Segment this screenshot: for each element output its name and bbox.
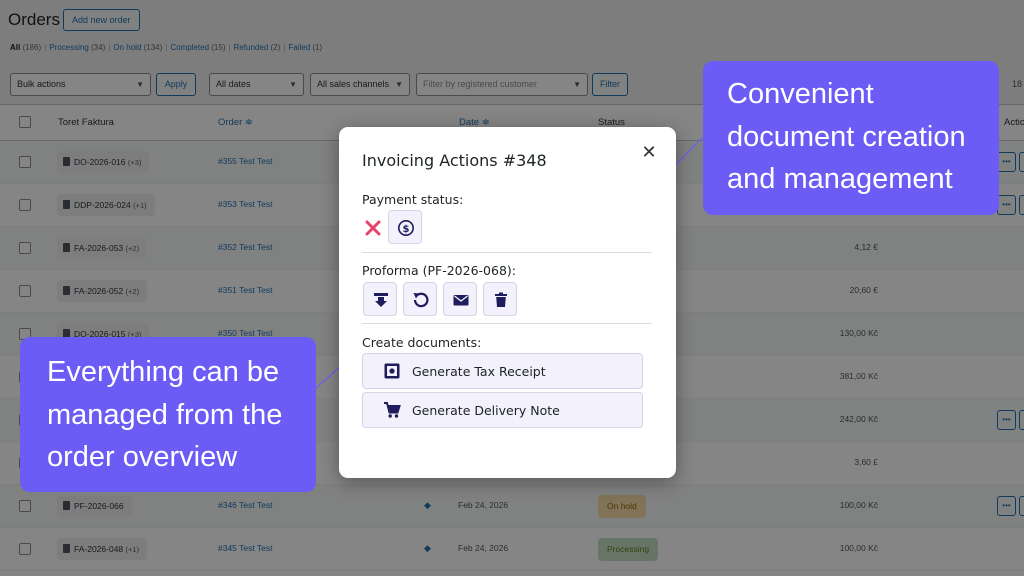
payment-status-label: Payment status: bbox=[362, 192, 464, 207]
download-proforma-button[interactable] bbox=[363, 282, 397, 316]
create-documents-label: Create documents: bbox=[362, 335, 482, 350]
generate-delivery-note-label: Generate Delivery Note bbox=[412, 403, 560, 418]
delete-proforma-button[interactable] bbox=[483, 282, 517, 316]
generate-tax-receipt-label: Generate Tax Receipt bbox=[412, 364, 546, 379]
mark-paid-button[interactable]: $ bbox=[388, 210, 422, 244]
modal-title: Invoicing Actions #348 bbox=[362, 151, 547, 170]
callout-document-management: Convenient document creation and managem… bbox=[703, 61, 999, 215]
email-icon bbox=[453, 295, 469, 306]
regenerate-proforma-button[interactable] bbox=[403, 282, 437, 316]
dollar-circle-icon: $ bbox=[398, 220, 414, 236]
download-icon bbox=[374, 293, 388, 307]
divider bbox=[362, 323, 652, 324]
svg-text:$: $ bbox=[403, 224, 410, 235]
trash-icon bbox=[495, 292, 507, 307]
callout-line: and management bbox=[727, 163, 953, 195]
callout-line: order overview bbox=[47, 441, 238, 473]
invoicing-actions-modal: Invoicing Actions #348 ✕ Payment status:… bbox=[339, 127, 676, 478]
receipt-icon bbox=[384, 363, 400, 379]
x-mark-icon[interactable] bbox=[363, 218, 383, 238]
proforma-label: Proforma (PF-2026-068): bbox=[362, 263, 516, 278]
generate-delivery-note-button[interactable]: Generate Delivery Note bbox=[362, 392, 643, 428]
email-proforma-button[interactable] bbox=[443, 282, 477, 316]
callout-line: managed from the bbox=[47, 398, 283, 431]
regenerate-icon bbox=[413, 292, 429, 308]
divider bbox=[362, 252, 652, 253]
callout-order-overview: Everything can be managed from the order… bbox=[20, 337, 316, 492]
callout-line: document creation bbox=[727, 120, 966, 153]
callout-line: Everything can be bbox=[47, 356, 280, 388]
close-icon[interactable]: ✕ bbox=[638, 142, 660, 164]
generate-tax-receipt-button[interactable]: Generate Tax Receipt bbox=[362, 353, 643, 389]
cart-icon bbox=[384, 402, 401, 418]
callout-line: Convenient bbox=[727, 78, 874, 110]
